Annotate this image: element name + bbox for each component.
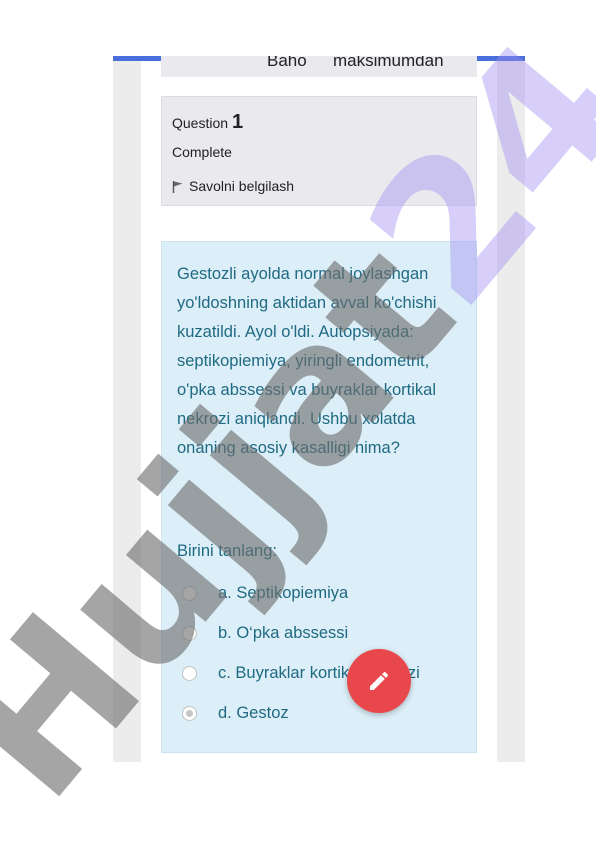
question-word: Question bbox=[172, 115, 229, 131]
flag-question-link[interactable]: Savolni belgilash bbox=[172, 177, 294, 194]
option-label: a. Septikopiemiya bbox=[218, 584, 349, 602]
answer-prompt: Birini tanlang: bbox=[177, 542, 277, 560]
app-screen: Baho maksimumdan Question 1 Complete Savo… bbox=[113, 56, 525, 762]
question-status: Complete bbox=[172, 144, 232, 160]
question-info-panel: Question 1 Complete Savolni belgilash bbox=[161, 96, 477, 206]
grade-label: Baho bbox=[267, 56, 307, 70]
radio-button-selected[interactable] bbox=[182, 706, 197, 721]
flag-icon bbox=[172, 180, 184, 194]
option-label: b. O‘pka abssessi bbox=[218, 624, 349, 642]
radio-button[interactable] bbox=[182, 586, 197, 601]
question-text: Gestozli ayolda normal joylashgan yo'ldo… bbox=[177, 265, 437, 457]
pencil-icon bbox=[370, 671, 389, 690]
question-number: 1 bbox=[232, 111, 244, 133]
radio-button[interactable] bbox=[182, 626, 197, 641]
grade-value: maksimumdan bbox=[333, 56, 444, 70]
radio-button[interactable] bbox=[182, 666, 197, 681]
edit-fab-button[interactable] bbox=[347, 649, 411, 713]
question-number-label: Question 1 bbox=[172, 111, 243, 134]
question-box: Gestozli ayolda normal joylashgan yo'ldo… bbox=[161, 241, 477, 753]
option-label: d. Gestoz bbox=[218, 704, 289, 722]
flag-label: Savolni belgilash bbox=[189, 178, 295, 194]
grade-row: Baho maksimumdan bbox=[161, 56, 477, 77]
page-content: Baho maksimumdan Question 1 Complete Savo… bbox=[141, 56, 497, 762]
